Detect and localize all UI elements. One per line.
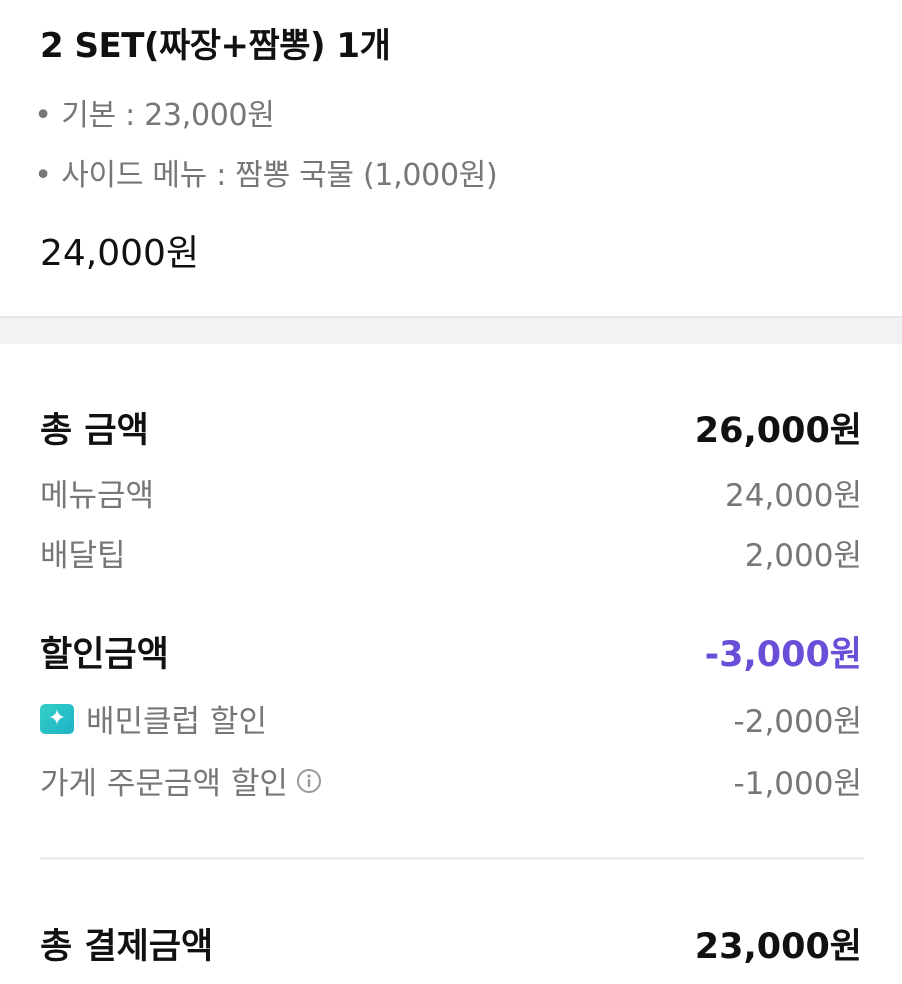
info-icon[interactable] (296, 768, 322, 794)
option-text: 기본 : 23,000원 (61, 98, 275, 133)
option-line-base: • 기본 : 23,000원 (34, 90, 275, 134)
sparkle-icon: ✦ (40, 703, 74, 734)
final-payment-row: 총 결제금액 23,000원 (40, 918, 862, 969)
total-amount-row: 총 금액 26,000원 (40, 402, 862, 453)
baemin-club-discount-label-wrap: ✦ 배민클럽 할인 (40, 696, 267, 741)
discount-amount-value: -3,000원 (704, 635, 862, 675)
store-discount-row: 가게 주문금액 할인 -1,000원 (40, 758, 862, 803)
baemin-club-discount-row: ✦ 배민클럽 할인 -2,000원 (40, 696, 862, 741)
menu-amount-value: 24,000원 (725, 478, 862, 514)
bullet: • (34, 158, 52, 193)
menu-amount-row: 메뉴금액 24,000원 (40, 470, 862, 515)
total-amount-value: 26,000원 (694, 411, 862, 451)
section-divider (0, 316, 902, 344)
option-line-side-menu: • 사이드 메뉴 : 짬뽕 국물 (1,000원) (34, 150, 497, 194)
store-discount-label: 가게 주문금액 할인 (40, 766, 288, 802)
total-amount-label: 총 금액 (40, 411, 149, 451)
delivery-tip-value: 2,000원 (744, 538, 862, 574)
payment-summary: 총 금액 26,000원 메뉴금액 24,000원 배달팁 2,000원 할인금… (0, 344, 902, 984)
order-item-card: 2 SET(짜장+짬뽕) 1개 • 기본 : 23,000원 • 사이드 메뉴 … (0, 0, 902, 316)
item-price: 24,000원 (40, 233, 200, 274)
delivery-tip-row: 배달팁 2,000원 (40, 530, 862, 575)
final-payment-value: 23,000원 (694, 927, 862, 967)
menu-amount-label: 메뉴금액 (40, 478, 155, 514)
option-text: 사이드 메뉴 : 짬뽕 국물 (1,000원) (61, 158, 498, 193)
baemin-club-discount-label: 배민클럽 할인 (86, 704, 267, 740)
store-discount-value: -1,000원 (733, 766, 862, 802)
delivery-tip-label: 배달팁 (40, 538, 126, 574)
store-discount-label-wrap: 가게 주문금액 할인 (40, 758, 322, 803)
summary-divider (40, 857, 864, 860)
item-title: 2 SET(짜장+짬뽕) 1개 (40, 26, 391, 66)
discount-amount-label: 할인금액 (40, 635, 169, 675)
baemin-club-discount-value: -2,000원 (733, 704, 862, 740)
final-payment-label: 총 결제금액 (40, 927, 214, 967)
bullet: • (34, 98, 52, 133)
discount-amount-row: 할인금액 -3,000원 (40, 626, 862, 677)
